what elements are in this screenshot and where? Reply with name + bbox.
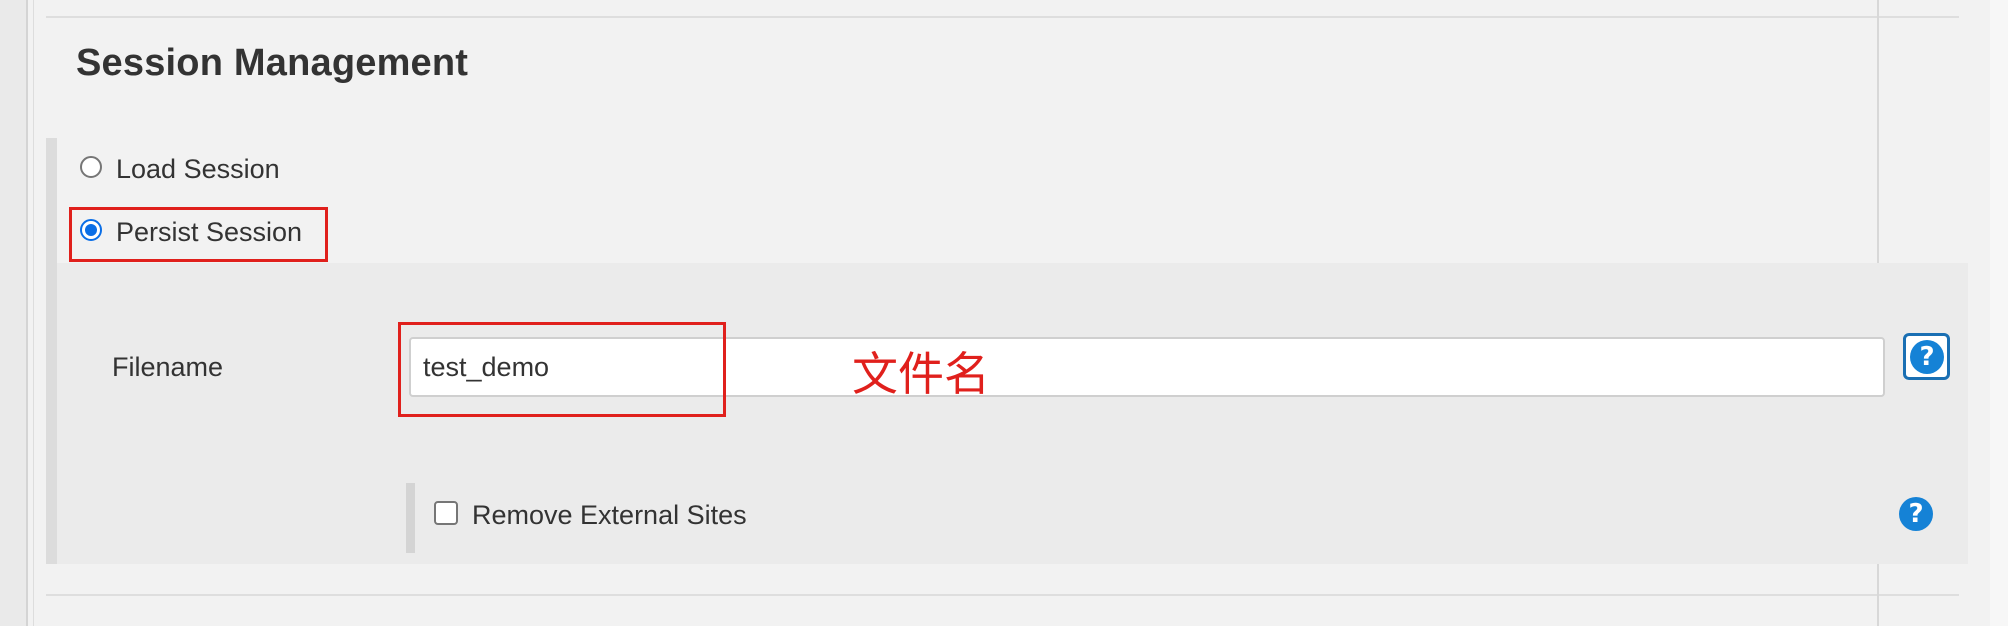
load-session-radio[interactable]: [80, 156, 102, 178]
page-left-border: [26, 0, 28, 626]
remove-external-sites-label[interactable]: Remove External Sites: [472, 500, 747, 531]
page-left-border-inner: [33, 0, 34, 626]
radio-group-indent-bar: [46, 138, 57, 564]
checkbox-indent-bar: [406, 483, 415, 553]
annotation-highlight-filename: [398, 322, 726, 417]
annotation-filename-note: 文件名: [852, 348, 990, 400]
remove-external-sites-checkbox[interactable]: [434, 501, 458, 525]
help-icon: ?: [1910, 340, 1944, 374]
filename-label: Filename: [112, 352, 224, 382]
annotation-highlight-persist-session: [69, 207, 328, 262]
section-title: Session Management: [76, 42, 469, 84]
persist-session-options-panel: [57, 263, 1968, 564]
remove-external-sites-help-icon[interactable]: ?: [1899, 497, 1933, 531]
page-left-margin: [0, 0, 26, 626]
load-session-label[interactable]: Load Session: [116, 154, 280, 185]
section-divider-bottom: [46, 594, 1959, 596]
page-right-margin: [1990, 0, 2008, 626]
filename-help-button[interactable]: ?: [1903, 333, 1950, 380]
section-divider-top: [46, 16, 1959, 18]
